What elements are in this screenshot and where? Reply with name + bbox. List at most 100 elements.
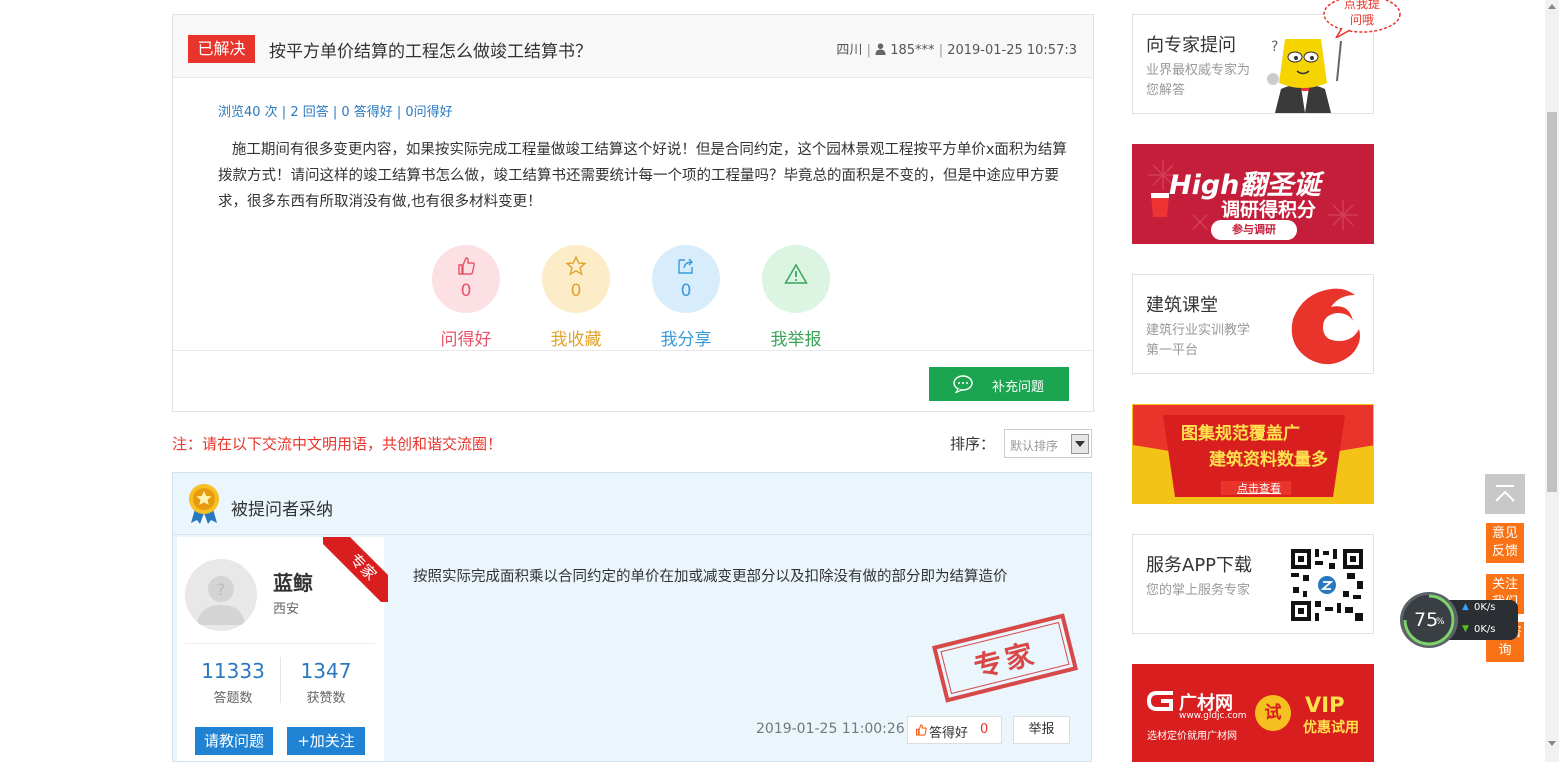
answerer-location: 西安 — [273, 602, 300, 617]
arrow-up-icon — [1495, 485, 1515, 502]
user-icon — [875, 43, 886, 59]
christmas-banner[interactable]: High翻圣诞 调研得积分 参与调研 — [1132, 144, 1374, 244]
civility-notice: 注：请在以下交流中文明用语，共创和谐交流圈！ — [172, 435, 503, 453]
thumbs-up-icon — [458, 257, 475, 275]
academy-subtitle: 建筑行业实训教学第一平台 — [1146, 323, 1251, 358]
chevron-down-icon[interactable] — [1071, 434, 1089, 454]
question-body: 施工期间有很多变更内容，如果按实际完成工程量做竣工结算这个好说！但是合同约定，这… — [218, 137, 1078, 215]
sort-label: 排序： — [950, 435, 996, 453]
network-speed-widget[interactable]: 75 % ▲ 0K/s ▼ 0K/s — [1400, 592, 1518, 648]
christmas-button[interactable]: 参与调研 — [1211, 220, 1297, 240]
question-stats: 浏览40 次 | 2 回答 | 0 答得好 | 0问得好 — [218, 105, 453, 120]
stats-divider — [280, 657, 281, 703]
app-download-box[interactable]: 服务APP下载 您的掌上服务专家 — [1132, 534, 1374, 634]
question-card: 已解决 按平方单价结算的工程怎么做竣工结算书？ 四川 | 185*** | 20… — [172, 14, 1094, 412]
answers-label: 答题数 — [213, 691, 253, 706]
adopted-title: 被提问者采纳 — [231, 500, 333, 520]
scroll-up-arrow-icon[interactable] — [1547, 2, 1557, 10]
percent-value: 75 — [1414, 609, 1439, 631]
expert-ribbon-label: 专家 — [323, 537, 388, 602]
report-label: 我举报 — [770, 330, 822, 350]
answer-text: 按照实际完成面积乘以合同约定的单价在加或减变更部分以及扣除没有做的部分即为结算造… — [413, 569, 1008, 585]
ask-good-label: 问得好 — [440, 330, 492, 350]
answer-good-count: 0 — [980, 722, 989, 737]
question-header: 已解决 按平方单价结算的工程怎么做竣工结算书？ 四川 | 185*** | 20… — [173, 15, 1093, 78]
answers-count: 11333 — [201, 659, 265, 683]
ask-question-button[interactable]: 请教问题 — [195, 727, 273, 755]
sort-selected-value: 默认排序 — [1010, 439, 1059, 453]
ask-good-count: 0 — [460, 281, 472, 301]
adopted-answer-header: 被提问者采纳 — [173, 473, 1091, 535]
upload-arrow-icon: ▲ — [1462, 602, 1469, 612]
academy-box[interactable]: 建筑课堂 建筑行业实训教学第一平台 — [1132, 274, 1374, 374]
star-icon — [565, 255, 587, 276]
favorite-action[interactable]: 0 我收藏 — [521, 245, 631, 350]
scrollbar-thumb[interactable] — [1547, 112, 1557, 492]
avatar[interactable]: ? — [185, 559, 257, 631]
question-body-text: 施工期间有很多变更内容，如果按实际完成工程量做竣工结算这个好说！但是合同约定，这… — [218, 142, 1067, 210]
gcw-slogan: 选材定价就用广材网 — [1147, 731, 1237, 742]
likes-count: 1347 — [300, 659, 352, 683]
academy-logo-icon — [1291, 288, 1360, 365]
download-speed: 0K/s — [1474, 624, 1496, 635]
atlas-button[interactable]: 点击查看 — [1237, 480, 1281, 496]
ask-good-action[interactable]: 0 问得好 — [411, 245, 521, 350]
question-datetime: 2019-01-25 10:57:3 — [947, 43, 1077, 58]
question-meta: 四川 | 185*** | 2019-01-25 10:57:3 — [836, 43, 1077, 59]
ask-good-circle[interactable]: 0 — [432, 245, 500, 313]
share-icon — [678, 258, 693, 274]
percent-ring: 75 % — [1400, 592, 1458, 648]
qr-code-icon — [1289, 547, 1365, 623]
favorite-label: 我收藏 — [550, 330, 602, 350]
share-action[interactable]: 0 我分享 — [631, 245, 741, 350]
ask-expert-subtitle: 业界最权威专家为您解答 — [1146, 63, 1251, 98]
gcw-vip-sub: 优惠试用 — [1303, 720, 1359, 736]
answer-good-button[interactable]: 答得好 0 — [907, 716, 1002, 744]
upload-speed: 0K/s — [1474, 602, 1496, 613]
svg-text:?: ? — [217, 580, 226, 599]
ask-expert-title: 向专家提问 — [1146, 35, 1236, 56]
expert-ribbon: 专家 — [323, 537, 388, 602]
ask-me-bubble[interactable]: 点我提问哦 — [1322, 0, 1402, 38]
app-download-subtitle: 您的掌上服务专家 — [1146, 583, 1251, 598]
feedback-button[interactable]: 意见反馈 — [1486, 523, 1524, 563]
sort-select[interactable]: 默认排序 — [1004, 429, 1092, 458]
scroll-down-arrow-icon[interactable] — [1547, 740, 1557, 748]
gcw-banner[interactable]: 广材网 www.gldjc.com 选材定价就用广材网 试 VIP 优惠试用 — [1132, 664, 1374, 762]
medal-icon — [189, 484, 219, 524]
gcw-logo-icon — [1147, 691, 1173, 711]
page-scrollbar[interactable] — [1545, 0, 1559, 762]
chat-icon — [953, 375, 973, 393]
supplement-question-button[interactable]: 补充问题 — [929, 367, 1069, 401]
favorite-count: 0 — [570, 281, 582, 301]
question-user[interactable]: 185*** — [890, 43, 934, 58]
download-arrow-icon: ▼ — [1462, 624, 1469, 634]
question-location: 四川 — [836, 43, 863, 58]
atlas-banner[interactable]: 图集规范覆盖广 建筑资料数量多 点击查看 — [1132, 404, 1374, 504]
adopted-answer-card: 被提问者采纳 ? 蓝鲸 西安 11333 1347 答题数 获赞数 请教问题 +… — [172, 472, 1092, 762]
atlas-line1: 图集规范覆盖广 — [1181, 424, 1300, 444]
likes-label: 获赞数 — [306, 691, 346, 706]
gcw-trial-badge: 试 — [1255, 695, 1291, 731]
app-download-title: 服务APP下载 — [1146, 555, 1253, 576]
expert-stamp: 专家 — [932, 613, 1078, 703]
back-to-top-button[interactable] — [1485, 474, 1525, 514]
follow-button[interactable]: +加关注 — [287, 727, 365, 755]
share-label: 我分享 — [660, 330, 712, 350]
favorite-circle[interactable]: 0 — [542, 245, 610, 313]
answer-good-label: 答得好 — [929, 726, 969, 741]
report-circle[interactable] — [762, 245, 830, 313]
christmas-line2: 调研得积分 — [1221, 199, 1317, 221]
answer-report-button[interactable]: 举报 — [1013, 716, 1070, 744]
profile-divider — [185, 643, 375, 644]
thumbs-up-icon — [915, 724, 927, 736]
report-action[interactable]: 我举报 — [741, 245, 851, 350]
share-count: 0 — [680, 281, 692, 301]
share-circle[interactable]: 0 — [652, 245, 720, 313]
percent-unit: % — [1436, 617, 1445, 627]
gcw-vip: VIP — [1305, 693, 1345, 717]
solved-badge: 已解决 — [188, 35, 255, 63]
atlas-line2: 建筑资料数量多 — [1209, 450, 1328, 470]
answerer-name[interactable]: 蓝鲸 — [273, 567, 313, 596]
svg-text:?: ? — [1271, 39, 1278, 55]
